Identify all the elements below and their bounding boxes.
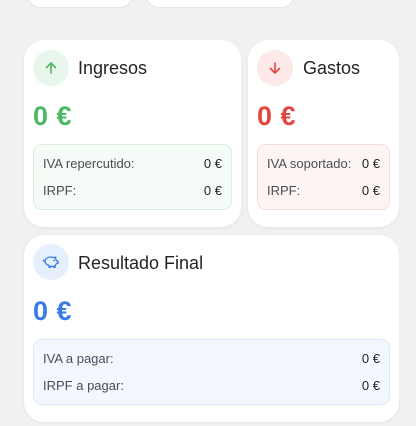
top-filter-button-right[interactable] — [146, 0, 294, 8]
result-iva-label: IVA a pagar: — [43, 351, 114, 366]
result-iva-value: 0 € — [361, 351, 380, 366]
expenses-amount: 0 € — [257, 101, 297, 131]
arrow-down-icon — [257, 50, 293, 86]
expenses-card: Gastos 0 € IVA soportado: 0 € IRPF: 0 € — [248, 40, 399, 227]
income-card: Ingresos 0 € IVA repercutido: 0 € IRPF: … — [24, 40, 241, 227]
result-amount: 0 € — [33, 296, 73, 326]
income-irpf-label: IRPF: — [43, 183, 77, 198]
result-card: Resultado Final 0 € IVA a pagar: 0 € IRP… — [24, 235, 399, 422]
expenses-detail-box: IVA soportado: 0 € IRPF: 0 € — [257, 144, 390, 210]
expenses-title: Gastos — [303, 58, 361, 78]
income-irpf-value: 0 € — [203, 183, 222, 198]
result-title: Resultado Final — [78, 253, 204, 273]
income-detail-box: IVA repercutido: 0 € IRPF: 0 € — [33, 144, 232, 210]
income-title: Ingresos — [78, 58, 148, 78]
income-iva-value: 0 € — [203, 156, 222, 171]
expenses-irpf-value: 0 € — [361, 183, 380, 198]
result-detail-box: IVA a pagar: 0 € IRPF a pagar: 0 € — [33, 339, 390, 405]
top-filter-button-left[interactable] — [28, 0, 132, 8]
piggy-bank-icon — [33, 244, 69, 280]
income-amount: 0 € — [33, 101, 73, 131]
result-irpf-label: IRPF a pagar: — [43, 378, 124, 393]
result-irpf-value: 0 € — [361, 378, 380, 393]
income-iva-label: IVA repercutido: — [43, 156, 135, 171]
expenses-iva-label: IVA soportado: — [267, 156, 352, 171]
expenses-irpf-label: IRPF: — [267, 183, 301, 198]
expenses-iva-value: 0 € — [361, 156, 380, 171]
arrow-up-icon — [33, 50, 69, 86]
